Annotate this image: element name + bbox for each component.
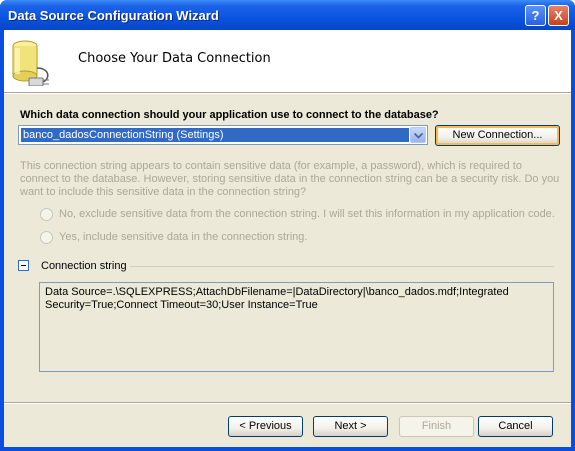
include-sensitive-label: Yes, include sensitive data in the conne… [59, 231, 308, 243]
chevron-down-icon [414, 133, 423, 139]
close-button[interactable]: X [548, 5, 569, 26]
connection-select[interactable]: banco_dadosConnectionString (Settings) [18, 125, 428, 145]
wizard-header: Choose Your Data Connection [4, 30, 571, 92]
next-button[interactable]: Next > [313, 416, 388, 437]
exclude-sensitive-label: No, exclude sensitive data from the conn… [59, 208, 555, 220]
connection-string-label: Connection string [41, 260, 127, 272]
page-title: Choose Your Data Connection [78, 51, 271, 66]
dropdown-arrow-button[interactable] [410, 127, 426, 143]
new-connection-button[interactable]: New Connection... [435, 125, 560, 146]
help-button[interactable]: ? [525, 5, 546, 26]
cancel-button[interactable]: Cancel [478, 416, 553, 437]
group-divider [130, 266, 554, 267]
title-bar[interactable]: Data Source Configuration Wizard ? X [0, 0, 575, 30]
include-sensitive-radio[interactable] [40, 231, 53, 244]
connection-select-value: banco_dadosConnectionString (Settings) [21, 128, 409, 142]
window-title: Data Source Configuration Wizard [8, 8, 219, 23]
sensitive-data-info: This connection string appears to contai… [20, 160, 560, 198]
dialog-client: Choose Your Data Connection Which data c… [4, 30, 571, 447]
header-divider [4, 92, 571, 94]
footer-divider [4, 402, 571, 404]
finish-button[interactable]: Finish [399, 416, 474, 437]
wizard-window: Data Source Configuration Wizard ? X Cho… [0, 0, 575, 451]
exclude-sensitive-radio[interactable] [40, 208, 53, 221]
previous-button[interactable]: < Previous [228, 416, 303, 437]
database-plug-icon [12, 40, 49, 86]
connection-string-box[interactable]: Data Source=.\SQLEXPRESS;AttachDbFilenam… [39, 282, 554, 372]
connection-question: Which data connection should your applic… [20, 109, 439, 121]
collapse-toggle-icon[interactable] [18, 260, 29, 271]
